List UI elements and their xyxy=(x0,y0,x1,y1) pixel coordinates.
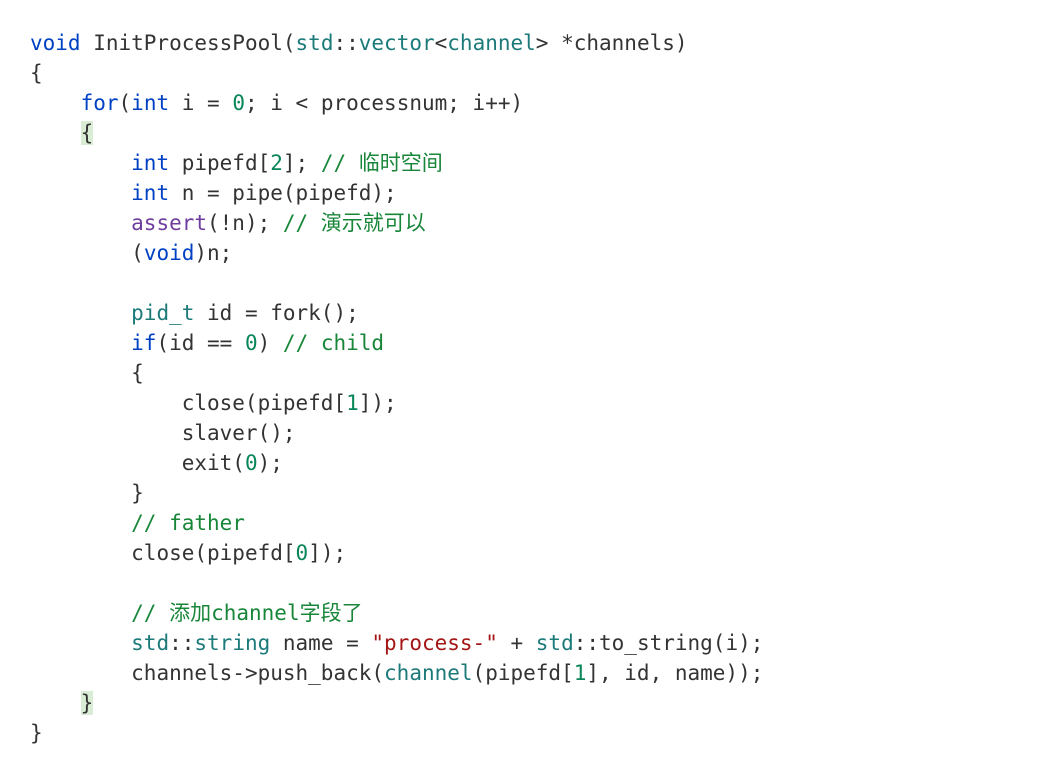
code-line: channels->push_back(channel(pipefd[1], i… xyxy=(30,658,1060,688)
keyword: int xyxy=(131,181,169,205)
identifier: pipefd[ xyxy=(169,151,270,175)
identifier: InitProcessPool xyxy=(81,31,283,55)
type: std xyxy=(296,31,334,55)
comment: // 添加channel字段了 xyxy=(131,601,362,625)
code-line: close(pipefd[1]); xyxy=(30,388,1060,418)
code-line: for(int i = 0; i < processnum; i++) xyxy=(30,88,1060,118)
code-line: // father xyxy=(30,508,1060,538)
punct: :: xyxy=(574,631,599,655)
punct: ]); xyxy=(359,391,397,415)
code-editor: void InitProcessPool(std::vector<channel… xyxy=(0,0,1060,780)
identifier: *channels xyxy=(548,31,674,55)
punct: ]; xyxy=(283,151,321,175)
identifier: ; i < processnum; i++ xyxy=(245,91,511,115)
code-line: { xyxy=(30,58,1060,88)
code-line: close(pipefd[0]); xyxy=(30,538,1060,568)
code-line: slaver(); xyxy=(30,418,1060,448)
code-line: { xyxy=(30,358,1060,388)
code-line: int n = pipe(pipefd); xyxy=(30,178,1060,208)
code-line: exit(0); xyxy=(30,448,1060,478)
number: 0 xyxy=(296,541,309,565)
type: vector xyxy=(359,31,435,55)
identifier: to_string(i); xyxy=(599,631,763,655)
brace: } xyxy=(131,481,144,505)
code-line: assert(!n); // 演示就可以 xyxy=(30,208,1060,238)
code-line: // 添加channel字段了 xyxy=(30,598,1060,628)
code-line: } xyxy=(30,478,1060,508)
function-call: assert xyxy=(131,211,207,235)
brace: { xyxy=(131,361,144,385)
identifier: close(pipefd[ xyxy=(131,541,295,565)
brace-match: } xyxy=(81,691,94,715)
keyword: int xyxy=(131,151,169,175)
keyword: void xyxy=(30,31,81,55)
code-line: int pipefd[2]; // 临时空间 xyxy=(30,148,1060,178)
number: 2 xyxy=(270,151,283,175)
type: channel xyxy=(384,661,473,685)
type: std xyxy=(131,631,169,655)
operator: + xyxy=(498,631,536,655)
number: 0 xyxy=(245,331,258,355)
punct: :: xyxy=(169,631,194,655)
number: 1 xyxy=(574,661,587,685)
keyword: if xyxy=(131,331,156,355)
code-line: pid_t id = fork(); xyxy=(30,298,1060,328)
identifier: channels->push_back( xyxy=(131,661,384,685)
code-line-current: (void)n; xyxy=(30,238,1060,268)
identifier: id = fork(); xyxy=(194,301,358,325)
keyword: int xyxy=(131,91,169,115)
comment: // child xyxy=(283,331,384,355)
punct: ( xyxy=(131,241,144,265)
keyword: void xyxy=(144,241,195,265)
punct: ( xyxy=(283,31,296,55)
identifier: slaver(); xyxy=(182,421,296,445)
string: "process-" xyxy=(371,631,497,655)
args: (id == xyxy=(156,331,245,355)
punct: < xyxy=(435,31,448,55)
code-line: if(id == 0) // child xyxy=(30,328,1060,358)
punct: > xyxy=(536,31,549,55)
punct: ); xyxy=(258,451,283,475)
code-line: } xyxy=(30,688,1060,718)
keyword: for xyxy=(81,91,119,115)
code-line: } xyxy=(30,718,1060,748)
punct: ) xyxy=(675,31,688,55)
punct: :: xyxy=(333,31,358,55)
identifier: exit( xyxy=(182,451,245,475)
punct: ) xyxy=(258,331,283,355)
type: pid_t xyxy=(131,301,194,325)
comment: // 演示就可以 xyxy=(283,211,426,235)
comment: // father xyxy=(131,511,245,535)
comment: // 临时空间 xyxy=(321,151,443,175)
code-line: { xyxy=(30,118,1060,148)
identifier: n = pipe(pipefd); xyxy=(169,181,397,205)
args: ], id, name)); xyxy=(586,661,763,685)
type: channel xyxy=(447,31,536,55)
identifier: name = xyxy=(270,631,371,655)
punct: ) xyxy=(511,91,524,115)
punct: ( xyxy=(119,91,132,115)
identifier: i = xyxy=(169,91,232,115)
code-line xyxy=(30,568,1060,598)
number: 0 xyxy=(245,451,258,475)
punct: ]); xyxy=(308,541,346,565)
type: string xyxy=(194,631,270,655)
brace: } xyxy=(30,721,43,745)
brace: { xyxy=(30,61,43,85)
code-line: void InitProcessPool(std::vector<channel… xyxy=(30,28,1060,58)
args: (pipefd[ xyxy=(473,661,574,685)
args: (!n); xyxy=(207,211,283,235)
number: 0 xyxy=(232,91,245,115)
type: std xyxy=(536,631,574,655)
brace-match: { xyxy=(81,121,94,145)
identifier: )n; xyxy=(194,241,232,265)
number: 1 xyxy=(346,391,359,415)
identifier: close(pipefd[ xyxy=(182,391,346,415)
code-line: std::string name = "process-" + std::to_… xyxy=(30,628,1060,658)
code-line xyxy=(30,268,1060,298)
